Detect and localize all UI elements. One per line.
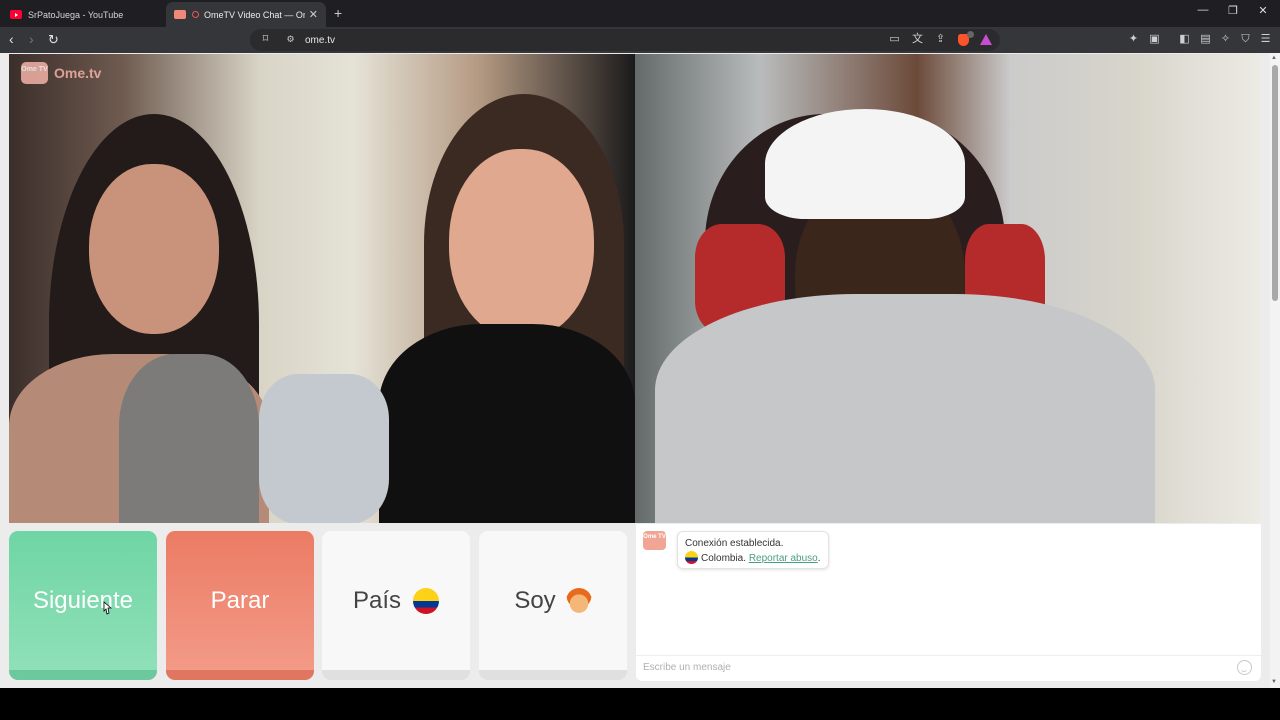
stop-button[interactable]: Parar (166, 531, 314, 680)
ometv-bot-icon: Ome TV (643, 531, 666, 550)
share-icon[interactable]: ⇪ (934, 33, 947, 46)
translate-icon[interactable]: 文 (911, 33, 924, 46)
emoji-icon[interactable] (1237, 660, 1252, 675)
scroll-thumb[interactable] (1272, 65, 1278, 301)
close-window-button[interactable]: ✕ (1248, 4, 1278, 17)
gender-button[interactable]: Soy (479, 531, 627, 680)
report-suffix: . (817, 553, 821, 564)
country-filter-button[interactable]: País (322, 531, 470, 680)
local-video (635, 54, 1261, 523)
new-tab-button[interactable]: + (334, 5, 342, 21)
extensions-icon[interactable]: ✦ (1127, 33, 1140, 46)
tab-title: SrPatoJuega - YouTube (28, 9, 124, 20)
minimize-button[interactable]: — (1188, 4, 1218, 16)
ometv-icon (174, 10, 186, 19)
menu-icon[interactable]: ☰ (1259, 33, 1272, 46)
sidebar-icon[interactable]: ◧ (1178, 33, 1191, 46)
page-scrollbar[interactable]: ▲ ▼ (1270, 53, 1280, 688)
tab-search-icon[interactable]: ▣ (1148, 33, 1161, 46)
restore-button[interactable]: ❐ (1218, 4, 1248, 17)
colombia-flag-icon (685, 551, 698, 564)
next-label: Siguiente (32, 586, 134, 614)
tab-bar: SrPatoJuega - YouTube OmeTV Video Chat —… (0, 0, 1280, 27)
next-button[interactable]: Siguiente (9, 531, 157, 680)
bookmark-icon[interactable]: ⌑ (259, 33, 272, 46)
gender-label: Soy (514, 586, 556, 614)
url-text[interactable]: ome.tv (305, 35, 335, 46)
partner-country-line: Colombia. Reportar abuso. (685, 551, 821, 566)
vpn-icon[interactable]: ⛉ (1239, 33, 1252, 46)
stop-label: Parar (210, 586, 270, 614)
reload-icon[interactable]: ↻ (48, 31, 59, 48)
remote-person-left-face (89, 164, 219, 334)
colombia-flag-icon (413, 587, 440, 614)
cast-icon[interactable]: ▭ (888, 33, 901, 46)
close-tab-icon[interactable]: ✕ (309, 8, 318, 21)
report-abuse-link[interactable]: Reportar abuso (749, 553, 818, 564)
brave-rewards-icon[interactable] (980, 34, 992, 45)
boy-avatar-icon (565, 587, 592, 614)
ometv-logo[interactable]: Ome TV Ome.tv (21, 62, 101, 84)
tab-ometv[interactable]: OmeTV Video Chat — Omegl ✕ (166, 2, 326, 27)
shields-count-badge (967, 31, 974, 38)
address-bar-row: ‹ › ↻ (0, 27, 1280, 53)
country-label: País (352, 586, 402, 614)
forward-icon[interactable]: › (29, 31, 34, 48)
white-cap (765, 109, 965, 219)
local-person-shirt (655, 294, 1155, 523)
recording-icon (192, 11, 199, 18)
tab-title: OmeTV Video Chat — Omegl (204, 9, 305, 20)
remote-knee (119, 354, 259, 523)
logo-text: Ome.tv (54, 65, 102, 81)
connection-status: Conexión establecida. (685, 538, 784, 549)
partner-country: Colombia. (701, 553, 747, 564)
wallet-icon[interactable]: ▤ (1199, 33, 1212, 46)
message-input[interactable]: Escribe un mensaje (643, 662, 731, 673)
remote-video (9, 54, 635, 523)
remote-person-right-face (449, 149, 594, 339)
site-settings-icon[interactable]: ⚙ (284, 33, 297, 46)
system-message: Conexión establecida. Colombia. Reportar… (677, 531, 829, 569)
remote-blanket (259, 374, 389, 523)
ometv-tv-icon: Ome TV (21, 62, 48, 84)
chat-divider (636, 655, 1261, 656)
scroll-up-icon[interactable]: ▲ (1271, 55, 1277, 61)
scroll-down-icon[interactable]: ▼ (1271, 679, 1277, 685)
tab-youtube[interactable]: SrPatoJuega - YouTube (2, 2, 162, 27)
back-icon[interactable]: ‹ (9, 31, 14, 48)
youtube-icon (10, 10, 22, 19)
remote-person-right-shirt (379, 324, 635, 523)
mouse-cursor-icon (103, 601, 112, 615)
leo-ai-icon[interactable]: ✧ (1219, 33, 1232, 46)
